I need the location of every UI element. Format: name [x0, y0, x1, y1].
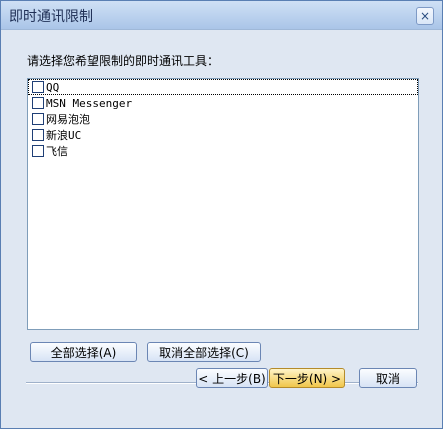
next-button[interactable]: 下一步(N) >: [269, 368, 345, 388]
select-all-button[interactable]: 全部选择(A): [30, 342, 137, 362]
checkbox[interactable]: [32, 97, 44, 109]
checkbox[interactable]: [32, 113, 44, 125]
list-item-netease[interactable]: 网易泡泡: [28, 111, 418, 127]
checkbox[interactable]: [32, 129, 44, 141]
list-item-feixin[interactable]: 飞信: [28, 143, 418, 159]
im-tool-list[interactable]: QQ MSN Messenger 网易泡泡 新浪UC 飞信: [27, 78, 419, 330]
checkbox[interactable]: [32, 145, 44, 157]
list-item-label: MSN Messenger: [46, 96, 133, 110]
list-item-qq[interactable]: QQ: [28, 79, 418, 95]
list-item-label: 新浪UC: [46, 129, 82, 142]
cancel-all-button[interactable]: 取消全部选择(C): [147, 342, 261, 362]
list-item-msn[interactable]: MSN Messenger: [28, 95, 418, 111]
dialog-window: 即时通讯限制 × 请选择您希望限制的即时通讯工具： QQ MSN Messeng…: [0, 0, 443, 429]
checkbox[interactable]: [32, 81, 44, 93]
close-icon[interactable]: ×: [416, 7, 434, 25]
instruction-text: 请选择您希望限制的即时通讯工具：: [27, 54, 220, 68]
title-bar[interactable]: 即时通讯限制 ×: [1, 1, 442, 30]
back-button[interactable]: < 上一步(B): [196, 368, 268, 388]
list-item-label: 飞信: [46, 145, 68, 158]
list-item-label: 网易泡泡: [46, 113, 90, 126]
list-item-label: QQ: [46, 80, 60, 94]
cancel-button[interactable]: 取消: [359, 368, 417, 388]
dialog-title: 即时通讯限制: [9, 9, 93, 25]
list-item-sina-uc[interactable]: 新浪UC: [28, 127, 418, 143]
